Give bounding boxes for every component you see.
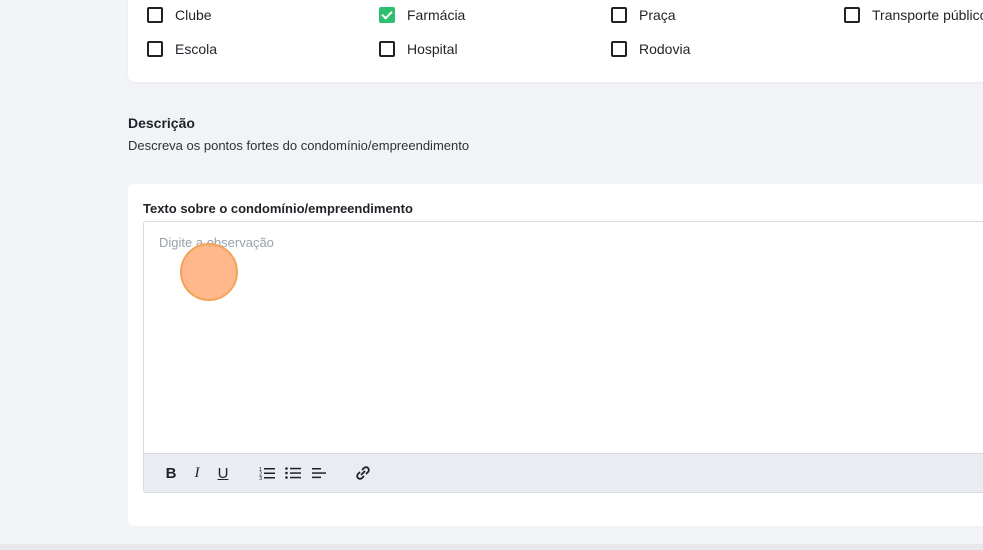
checkbox-escola[interactable]: Escola [147,41,217,57]
bullet-list-button[interactable] [282,462,304,484]
checkbox-box[interactable] [844,7,860,23]
italic-icon: I [194,464,200,481]
checkbox-farmacia[interactable]: Farmácia [379,7,465,23]
checkbox-box[interactable] [611,41,627,57]
bold-icon: B [165,464,177,482]
checkbox-label: Clube [175,7,212,23]
description-card: Texto sobre o condomínio/empreendimento … [128,184,983,526]
link-icon [356,466,370,480]
checkbox-clube[interactable]: Clube [147,7,212,23]
editor-textarea[interactable]: Digite a observação [144,222,983,455]
underline-icon: U [217,464,229,482]
checkbox-label: Hospital [407,41,458,57]
underline-button[interactable]: U [212,462,234,484]
bottom-strip [0,544,983,550]
checkbox-label: Escola [175,41,218,57]
amenities-card: Clube Farmácia Praça Transporte público … [128,0,983,82]
checkbox-label: Farmácia [407,7,466,23]
checkbox-hospital[interactable]: Hospital [379,41,458,57]
checkbox-box[interactable] [379,41,395,57]
checkbox-label: Transporte público [872,7,983,23]
ordered-list-icon: 1 2 3 [259,467,275,480]
checkbox-transporte-publico[interactable]: Transporte público [844,7,983,23]
bold-button[interactable]: B [160,462,182,484]
align-left-icon [312,468,326,479]
ordered-list-button[interactable]: 1 2 3 [256,462,278,484]
align-left-button[interactable] [308,462,330,484]
checkbox-box-checked[interactable] [379,7,395,23]
italic-button[interactable]: I [186,462,208,484]
checkbox-label: Rodovia [639,41,691,57]
description-subtitle: Descreva os pontos fortes do condomínio/… [128,138,470,153]
checkbox-praca[interactable]: Praça [611,7,676,23]
link-button[interactable] [352,462,374,484]
checkbox-box[interactable] [611,7,627,23]
editor-label: Texto sobre o condomínio/empreendimento [143,201,413,216]
checkbox-rodovia[interactable]: Rodovia [611,41,690,57]
svg-text:3: 3 [259,476,262,480]
description-title: Descrição [128,115,195,131]
checkbox-label: Praça [639,7,676,23]
editor-toolbar: B I U 1 2 3 [144,453,983,492]
rich-text-editor: Digite a observação B I U 1 2 3 [143,221,983,493]
checkbox-box[interactable] [147,41,163,57]
bullet-list-icon [285,467,301,479]
checkbox-box[interactable] [147,7,163,23]
click-indicator [180,243,238,301]
